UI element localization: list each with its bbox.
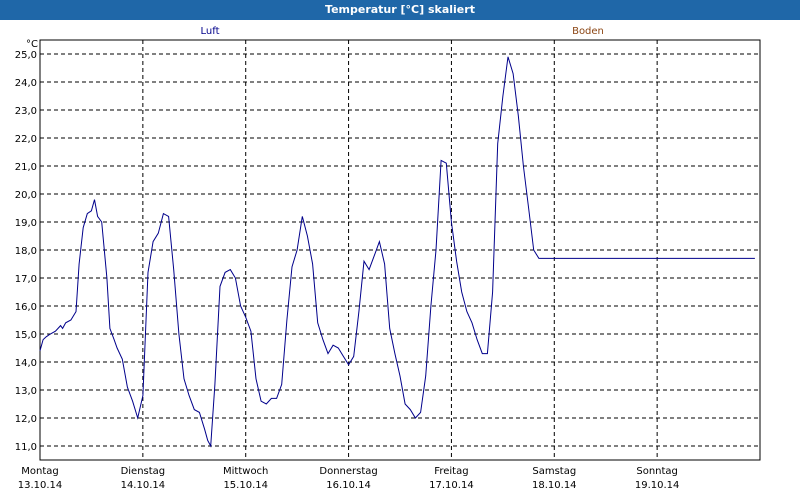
x-date-label: 15.10.14 xyxy=(223,480,268,491)
window-title: Temperatur [°C] skaliert xyxy=(0,0,800,20)
y-tick-label: 25,0 xyxy=(15,50,37,61)
x-day-label: Samstag xyxy=(532,466,576,477)
x-date-label: 13.10.14 xyxy=(18,480,63,491)
temperature-chart: 11,0 12,0 13,0 14,0 15,0 16,0 17,0 18,0 19,0 20,0… xyxy=(15,26,761,491)
y-tick-label: 18,0 xyxy=(15,246,37,257)
y-tick-label: 14,0 xyxy=(15,358,37,369)
y-tick-label: 12,0 xyxy=(15,414,37,425)
x-day-label: Sonntag xyxy=(636,466,678,477)
y-tick-label: 24,0 xyxy=(15,78,37,89)
y-tick-label: 21,0 xyxy=(15,162,37,173)
x-date-label: 16.10.14 xyxy=(326,480,371,491)
x-date-label: 17.10.14 xyxy=(429,480,474,491)
x-day-label: Montag xyxy=(21,466,58,477)
y-tick-label: 13,0 xyxy=(15,386,37,397)
y-tick-label: 11,0 xyxy=(15,442,37,453)
y-tick-label: 19,0 xyxy=(15,218,37,229)
x-date-label: 18.10.14 xyxy=(532,480,577,491)
x-day-label: Mittwoch xyxy=(223,466,268,477)
x-day-label: Donnerstag xyxy=(319,466,377,477)
y-tick-label: 16,0 xyxy=(15,302,37,313)
y-axis-unit: °C xyxy=(26,39,38,50)
x-day-label: Dienstag xyxy=(121,466,166,477)
y-tick-label: 17,0 xyxy=(15,274,37,285)
legend-entry-luft: Luft xyxy=(201,26,220,37)
y-tick-label: 15,0 xyxy=(15,330,37,341)
y-tick-label: 23,0 xyxy=(15,106,37,117)
y-tick-label: 20,0 xyxy=(15,190,37,201)
x-date-label: 14.10.14 xyxy=(121,480,166,491)
legend-entry-boden: Boden xyxy=(572,26,604,37)
x-day-label: Freitag xyxy=(434,466,468,477)
y-tick-label: 22,0 xyxy=(15,134,37,145)
x-date-label: 19.10.14 xyxy=(635,480,680,491)
